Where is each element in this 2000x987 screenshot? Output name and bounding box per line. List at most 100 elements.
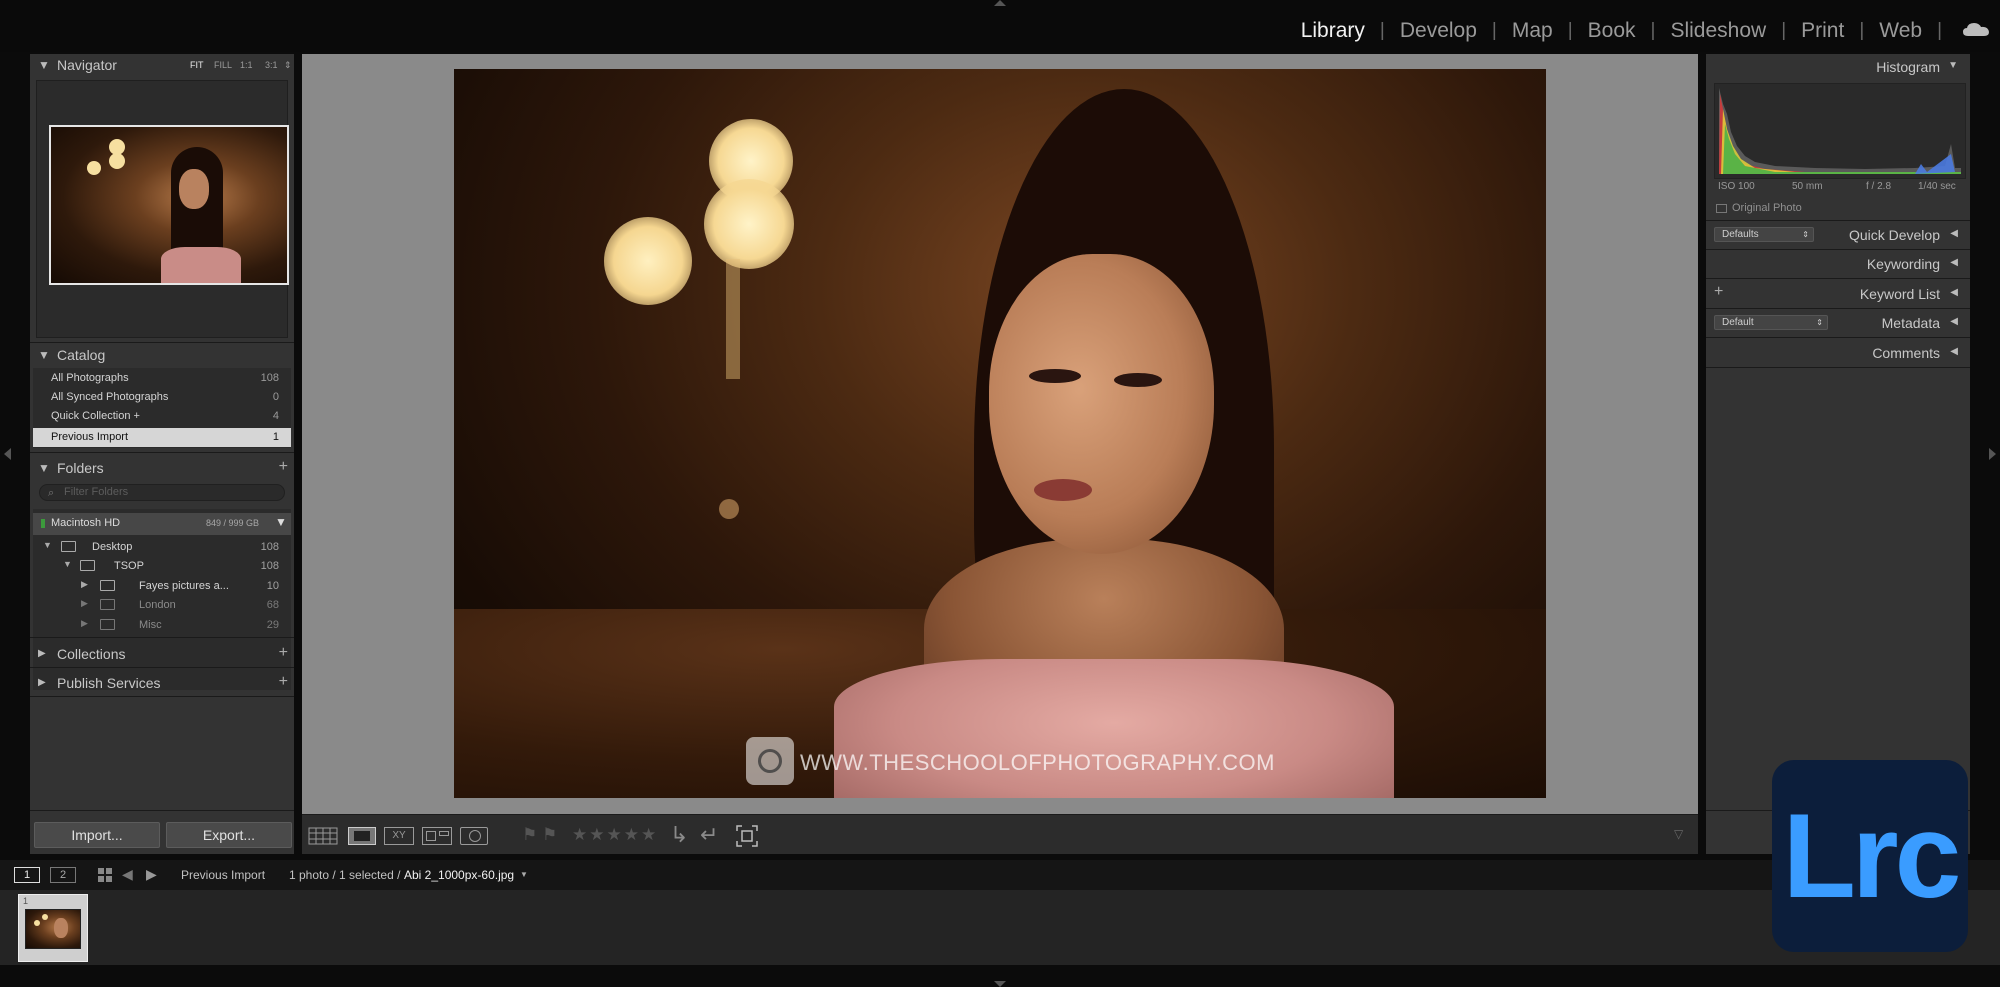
- flag-reject-icon[interactable]: ⚑: [542, 825, 557, 845]
- add-collection-icon[interactable]: +: [279, 644, 288, 662]
- module-web[interactable]: Web: [1864, 19, 1937, 43]
- folder-tsop[interactable]: ▼ TSOP 108: [33, 557, 291, 576]
- export-button[interactable]: Export...: [166, 822, 292, 848]
- import-button[interactable]: Import...: [34, 822, 160, 848]
- zoom-fill[interactable]: FILL: [214, 60, 232, 70]
- histogram-header[interactable]: Histogram ▼: [1706, 54, 1970, 82]
- disclosure-closed-icon[interactable]: ▶: [81, 598, 88, 609]
- metadata-header[interactable]: Default ⇕ Metadata ◀: [1706, 310, 1970, 338]
- add-folder-icon[interactable]: +: [279, 458, 288, 476]
- subject-eye: [1114, 373, 1162, 387]
- module-develop[interactable]: Develop: [1385, 19, 1492, 43]
- cloud-sync-icon[interactable]: [1962, 20, 1990, 38]
- expand-triangle-icon[interactable]: ▶: [38, 648, 46, 659]
- comments-header[interactable]: Comments ◀: [1706, 340, 1970, 368]
- folder-desktop[interactable]: ▼ Desktop 108: [33, 538, 291, 557]
- people-view-icon[interactable]: [460, 827, 488, 845]
- collapse-triangle-icon[interactable]: ▼: [1948, 60, 1958, 71]
- add-keyword-icon[interactable]: +: [1714, 283, 1723, 301]
- folder-label: London: [139, 599, 176, 611]
- quick-develop-preset-select[interactable]: Defaults ⇕: [1714, 227, 1814, 242]
- module-map[interactable]: Map: [1497, 19, 1568, 43]
- expand-triangle-icon[interactable]: ▶: [38, 677, 46, 688]
- filmstrip-cell[interactable]: 1: [18, 894, 88, 962]
- folder-filter-input[interactable]: ⌕ Filter Folders: [39, 484, 285, 501]
- original-photo-checkbox[interactable]: [1716, 204, 1727, 213]
- volume-menu-icon[interactable]: ▼: [275, 515, 287, 529]
- collapse-triangle-icon[interactable]: ▼: [38, 461, 50, 475]
- loupe-view-icon[interactable]: [348, 827, 376, 845]
- keywording-header[interactable]: Keywording ◀: [1706, 251, 1970, 279]
- folders-header[interactable]: ▼ Folders +: [30, 457, 294, 483]
- back-arrow-icon[interactable]: ◀: [122, 866, 133, 883]
- filmstrip-source[interactable]: Previous Import: [181, 868, 265, 882]
- zoom-3-1[interactable]: 3:1: [265, 60, 278, 70]
- expand-triangle-icon[interactable]: ◀: [1950, 346, 1958, 357]
- toolbar-menu-icon[interactable]: ▽: [1674, 827, 1683, 841]
- expand-triangle-icon[interactable]: ◀: [1950, 257, 1958, 268]
- keywording-title: Keywording: [1866, 256, 1940, 272]
- expand-triangle-icon[interactable]: ◀: [1950, 287, 1958, 298]
- publish-services-header[interactable]: ▶ Publish Services +: [30, 672, 294, 698]
- expand-triangle-icon[interactable]: ◀: [1950, 228, 1958, 239]
- bottom-panel-toggle-icon[interactable]: [994, 981, 1006, 987]
- subject-eye: [1029, 369, 1081, 383]
- right-panel-toggle-icon[interactable]: [1989, 448, 1996, 460]
- filmstrip-thumbnail[interactable]: [25, 909, 81, 949]
- disclosure-open-icon[interactable]: ▼: [63, 559, 72, 569]
- zoom-1-1[interactable]: 1:1: [240, 60, 253, 70]
- module-book[interactable]: Book: [1573, 19, 1651, 43]
- top-panel-toggle-icon[interactable]: [994, 0, 1006, 6]
- catalog-item-quick-collection[interactable]: Quick Collection + 4: [33, 407, 291, 426]
- metadata-preset-select[interactable]: Default ⇕: [1714, 315, 1828, 330]
- main-photo[interactable]: [454, 69, 1546, 798]
- catalog-header[interactable]: ▼ Catalog: [30, 344, 294, 370]
- collapse-triangle-icon[interactable]: ▼: [38, 58, 50, 72]
- grid-icon[interactable]: [98, 868, 112, 882]
- add-publish-service-icon[interactable]: +: [279, 673, 288, 691]
- expand-triangle-icon[interactable]: ◀: [1950, 316, 1958, 327]
- module-print[interactable]: Print: [1786, 19, 1859, 43]
- forward-arrow-icon[interactable]: ▶: [146, 866, 157, 883]
- catalog-item-all-synced[interactable]: All Synced Photographs 0: [33, 388, 291, 407]
- collections-header[interactable]: ▶ Collections +: [30, 643, 294, 669]
- folder-label: TSOP: [114, 560, 144, 572]
- rotate-left-icon[interactable]: ↳: [670, 822, 688, 848]
- compare-view-icon[interactable]: XY: [384, 827, 414, 845]
- module-slideshow[interactable]: Slideshow: [1655, 19, 1781, 43]
- survey-view-icon[interactable]: [422, 827, 452, 845]
- quick-develop-header[interactable]: Defaults ⇕ Quick Develop ◀: [1706, 222, 1970, 250]
- disclosure-open-icon[interactable]: ▼: [43, 540, 52, 550]
- zoom-fit[interactable]: FIT: [190, 60, 204, 70]
- rotate-right-icon[interactable]: ↵: [700, 822, 718, 848]
- disclosure-closed-icon[interactable]: ▶: [81, 618, 88, 629]
- folder-london[interactable]: ▶ London 68: [33, 596, 291, 615]
- filename-dropdown-icon[interactable]: ▼: [520, 870, 528, 879]
- navigator-preview-area[interactable]: [36, 80, 289, 338]
- crop-overlay-icon[interactable]: [736, 825, 758, 847]
- preset-value: Defaults: [1722, 229, 1759, 240]
- volume-macintosh-hd[interactable]: Macintosh HD 849 / 999 GB ▼: [33, 513, 291, 535]
- filmstrip-filename[interactable]: Abi 2_1000px-60.jpg: [404, 868, 514, 882]
- module-library[interactable]: Library: [1286, 19, 1380, 43]
- secondary-window-1-button[interactable]: 1: [14, 867, 40, 883]
- keyword-list-header[interactable]: + Keyword List ◀: [1706, 281, 1970, 309]
- flag-pick-icon[interactable]: ⚑: [522, 825, 537, 845]
- secondary-window-2-button[interactable]: 2: [50, 867, 76, 883]
- disclosure-closed-icon[interactable]: ▶: [81, 579, 88, 590]
- bokeh-light: [42, 914, 48, 920]
- folder-fayes-pictures[interactable]: ▶ Fayes pictures a... 10: [33, 577, 291, 596]
- star-rating-icon[interactable]: ★★★★★: [572, 825, 658, 845]
- folder-label: Fayes pictures a...: [139, 580, 229, 592]
- histogram-graph[interactable]: [1714, 83, 1966, 179]
- catalog-item-all-photographs[interactable]: All Photographs 108: [33, 369, 291, 388]
- navigator-thumbnail[interactable]: [49, 125, 289, 285]
- zoom-more-icon[interactable]: ⇕: [284, 60, 292, 71]
- folder-misc[interactable]: ▶ Misc 29: [33, 616, 291, 635]
- catalog-item-previous-import[interactable]: Previous Import 1: [33, 428, 291, 447]
- left-panel-toggle-icon[interactable]: [4, 448, 11, 460]
- navigator-header[interactable]: ▼ Navigator FIT FILL 1:1 3:1 ⇕: [30, 54, 294, 80]
- collapse-triangle-icon[interactable]: ▼: [38, 348, 50, 362]
- folder-icon: [100, 580, 115, 591]
- grid-view-icon[interactable]: [308, 827, 338, 845]
